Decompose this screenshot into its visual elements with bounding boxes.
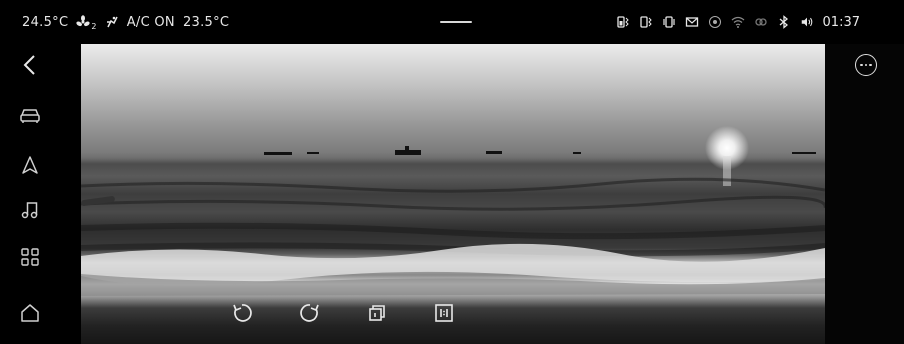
more-icon — [860, 63, 863, 67]
back-icon — [23, 55, 35, 75]
seat-airflow-icon — [106, 16, 118, 28]
fan-icon — [76, 15, 90, 27]
hotspot-icon — [708, 15, 722, 29]
crop-icon — [369, 305, 385, 321]
rotate-left-button[interactable] — [231, 302, 253, 324]
home-icon — [21, 304, 39, 322]
more-options-button[interactable] — [855, 54, 877, 76]
rotate-right-button[interactable] — [299, 302, 321, 324]
sidebar-item-apps[interactable] — [18, 245, 42, 269]
crop-button[interactable] — [366, 302, 388, 324]
clock: 01:37 — [822, 14, 860, 30]
status-bar: 24.5°C 2 A/C ON 23.5°C 01:37 — [0, 0, 904, 44]
navigation-icon — [22, 156, 38, 174]
original-size-icon — [435, 304, 453, 322]
vibrate-icon — [662, 15, 676, 29]
wifi-icon — [731, 15, 745, 29]
battery-bluetooth-icon — [616, 15, 630, 29]
volume-icon — [800, 15, 814, 29]
cabin-temperature: 24.5°C — [22, 14, 69, 30]
fan-indicator: 2 — [76, 14, 96, 31]
sidebar-item-navigation[interactable] — [18, 153, 42, 177]
photo-viewer-image[interactable] — [81, 44, 825, 344]
pull-down-handle[interactable] — [440, 21, 472, 23]
rotate-left-icon — [233, 304, 252, 322]
ac-temperature: 23.5°C — [182, 14, 230, 30]
sidebar-item-home[interactable] — [18, 301, 42, 325]
system-status: 01:37 — [616, 0, 860, 44]
music-icon — [21, 202, 38, 219]
apps-icon — [21, 248, 39, 266]
bluetooth-icon — [777, 15, 791, 29]
phone-bluetooth-icon — [639, 15, 653, 29]
car-icon — [20, 109, 40, 123]
rotate-right-icon — [300, 304, 319, 322]
ac-status: A/C ON — [126, 14, 175, 30]
sidebar-item-music[interactable] — [18, 198, 42, 222]
sidebar-item-car[interactable] — [18, 104, 42, 128]
original-size-button[interactable] — [433, 302, 455, 324]
link-icon — [754, 15, 768, 29]
climate-status[interactable]: 24.5°C 2 A/C ON 23.5°C — [22, 0, 229, 44]
sidebar — [0, 44, 80, 344]
right-panel — [825, 44, 904, 344]
fan-level: 2 — [91, 21, 97, 31]
back-button[interactable] — [18, 53, 42, 77]
mail-icon — [685, 15, 699, 29]
